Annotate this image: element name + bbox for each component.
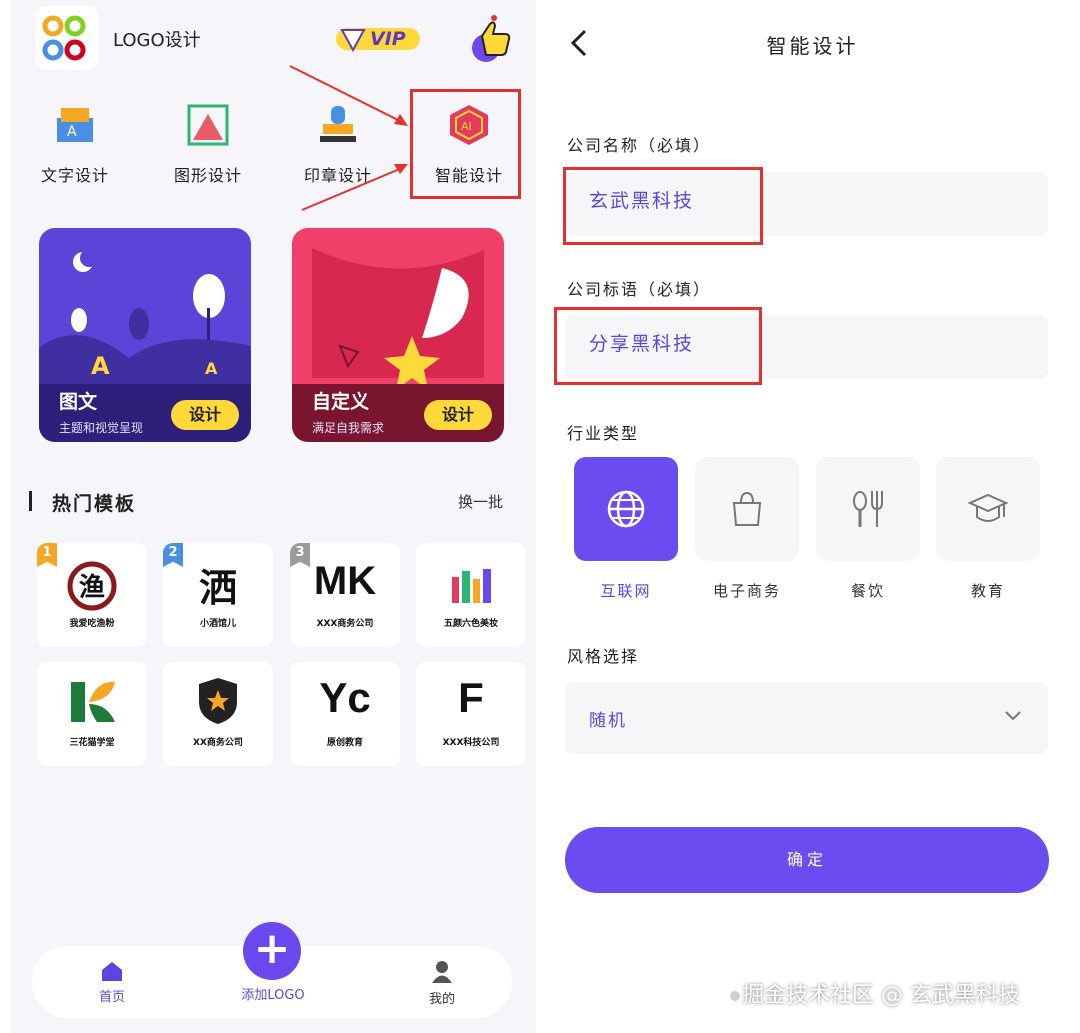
- chevron-down-icon: [1005, 711, 1021, 721]
- smart-design-screen: 智能设计 公司名称（必填） 公司标语（必填） 行业类型: [545, 0, 1080, 1033]
- template-card[interactable]: XX商务公司: [163, 662, 273, 766]
- svg-text:A: A: [205, 359, 218, 378]
- style-select[interactable]: 随机: [565, 682, 1048, 754]
- slogan-label: 公司标语（必填）: [567, 280, 712, 299]
- home-screen: LOGO设计 VIP A 文字设计 图形设计 印章设计 AI 智能设计 A A …: [10, 0, 536, 1033]
- graduation-cap-icon: [968, 493, 1008, 522]
- svg-text:A: A: [91, 352, 110, 380]
- design-button[interactable]: 设计: [424, 400, 492, 430]
- watermark: 掘金技术社区 @ 玄武黑科技: [730, 977, 1020, 1009]
- cosmetics-logo-icon: [452, 569, 491, 603]
- refresh-link[interactable]: 换一批: [458, 491, 503, 512]
- template-card[interactable]: F XXX科技公司: [416, 662, 526, 766]
- shopping-bag-icon: [732, 491, 762, 526]
- section-marker: [29, 491, 32, 511]
- template-card[interactable]: 三花猫学堂: [37, 662, 147, 766]
- shield-star-icon: [199, 678, 237, 724]
- industry-label-education: 教育: [970, 582, 1005, 600]
- svg-text:A: A: [67, 124, 77, 140]
- plus-icon: +: [253, 923, 291, 974]
- template-card[interactable]: 2 洒 小酒馆儿: [163, 543, 273, 647]
- highlight-box: [563, 167, 763, 245]
- industry-label: 行业类型: [567, 424, 640, 443]
- vip-label: VIP: [370, 28, 406, 50]
- add-logo-button[interactable]: +: [243, 922, 301, 980]
- industry-label-internet: 互联网: [600, 582, 652, 600]
- app-logo: [35, 6, 99, 70]
- utensils-icon: [853, 491, 883, 527]
- confirm-button[interactable]: 确定: [565, 827, 1049, 893]
- section-title: 热门模板: [52, 493, 137, 515]
- card-custom[interactable]: 自定义 满足自我需求 设计: [292, 228, 504, 442]
- card-graphic-text[interactable]: A A 图文 主题和视觉呈现 设计: [39, 228, 251, 442]
- wechat-icon: [730, 991, 740, 1001]
- highlight-box: [410, 89, 521, 199]
- menu-text-design[interactable]: A 文字设计: [20, 98, 130, 198]
- design-button[interactable]: 设计: [171, 400, 239, 430]
- nav-home[interactable]: 首页: [92, 960, 132, 1005]
- home-icon: [102, 962, 122, 981]
- card-title: 自定义: [312, 391, 370, 413]
- style-label: 风格选择: [567, 647, 640, 666]
- annotation-arrows: [289, 65, 408, 211]
- feather-illustration: [312, 248, 484, 390]
- text-design-icon: A: [57, 108, 93, 142]
- leaf-logo-icon: [71, 681, 115, 722]
- globe-icon: [607, 490, 645, 528]
- menu-shape-design[interactable]: 图形设计: [153, 98, 263, 198]
- industry-option-food[interactable]: [816, 457, 920, 561]
- landscape-illustration: A A: [39, 249, 251, 384]
- shape-design-icon: [187, 104, 229, 146]
- user-icon: [432, 961, 452, 983]
- rank-badge: 1: [37, 543, 57, 567]
- industry-label-ecommerce: 电子商务: [712, 582, 781, 600]
- nav-add-logo[interactable]: 添加LOGO: [228, 984, 318, 1003]
- industry-option-ecommerce[interactable]: [695, 457, 799, 561]
- app-title: LOGO设计: [113, 30, 201, 51]
- card-subtitle: 主题和视觉呈现: [59, 421, 144, 435]
- thumbs-up-icon[interactable]: [468, 14, 516, 62]
- card-title: 图文: [59, 391, 98, 413]
- page-title: 智能设计: [766, 34, 859, 58]
- industry-label-food: 餐饮: [850, 582, 885, 600]
- template-card[interactable]: Yc 原创教育: [290, 662, 400, 766]
- template-card[interactable]: 3 MK XXX商务公司: [290, 543, 400, 647]
- highlight-box: [554, 307, 762, 385]
- card-subtitle: 满足自我需求: [312, 421, 385, 435]
- nav-mine[interactable]: 我的: [422, 960, 462, 1007]
- industry-option-internet[interactable]: [574, 457, 678, 561]
- industry-option-education[interactable]: [936, 457, 1040, 561]
- style-value: 随机: [589, 711, 627, 731]
- template-card[interactable]: 五颜六色美妆: [416, 543, 526, 647]
- company-name-label: 公司名称（必填）: [567, 136, 712, 155]
- template-card[interactable]: 1 渔 我爱吃渔粉: [37, 543, 147, 647]
